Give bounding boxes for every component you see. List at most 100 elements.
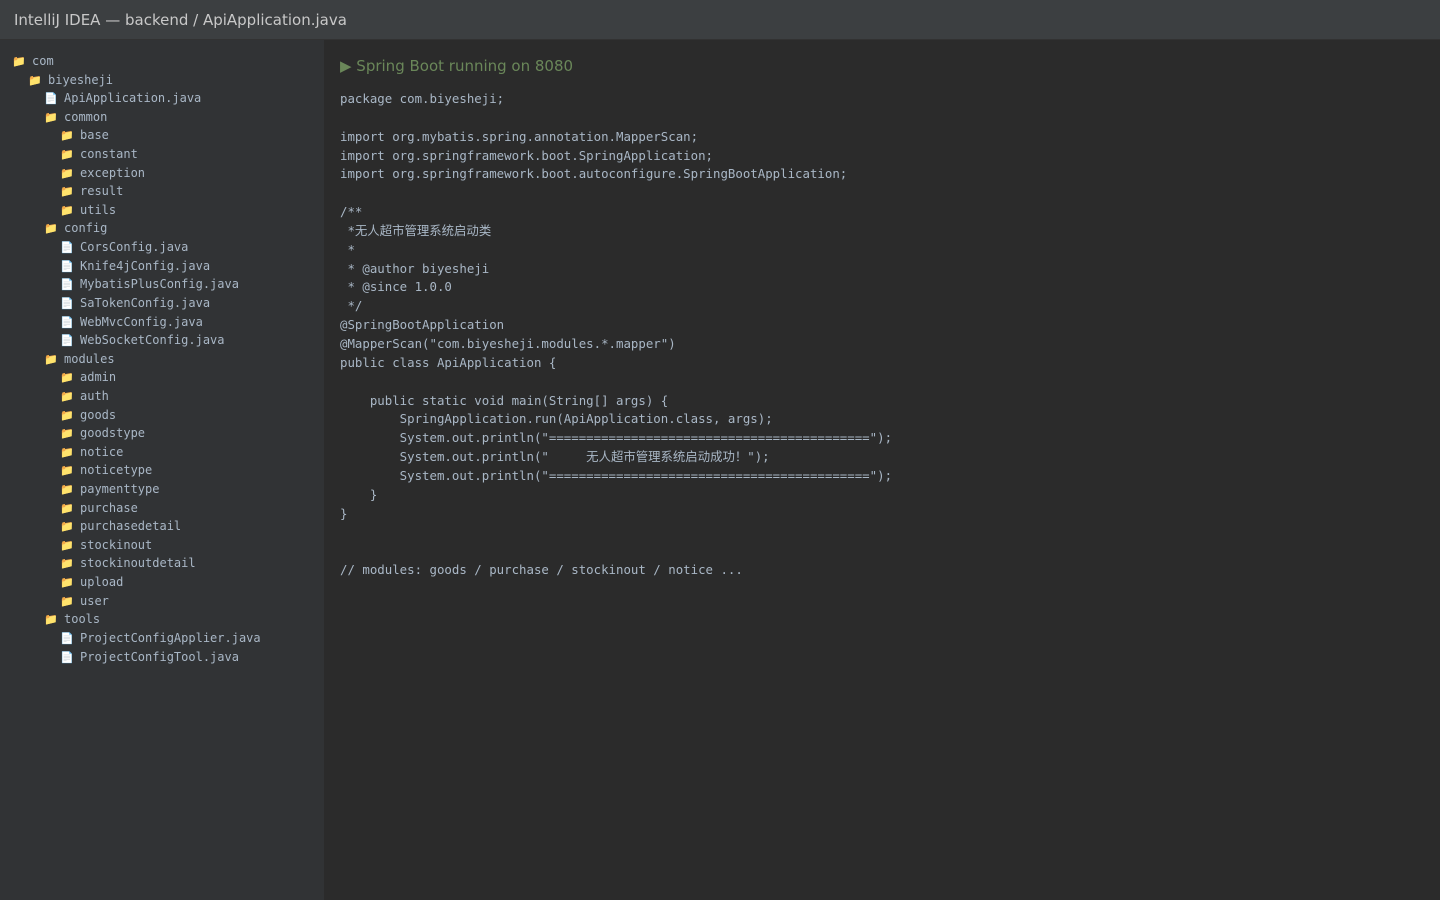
code-line: package com.biyesheji; bbox=[340, 91, 505, 106]
folder-icon: 📁 bbox=[60, 464, 74, 478]
tree-folder[interactable]: 📁 result bbox=[0, 182, 324, 201]
tree-folder[interactable]: 📁 constant bbox=[0, 145, 324, 164]
tree-item-label: auth bbox=[80, 388, 109, 403]
tree-folder[interactable]: 📁 stockinoutdetail bbox=[0, 554, 324, 573]
code-area[interactable]: package com.biyesheji; import org.mybatis… bbox=[340, 90, 892, 580]
tree-item-label: stockinoutdetail bbox=[80, 556, 196, 571]
tree-item-label: constant bbox=[80, 147, 138, 162]
tree-item-label: admin bbox=[80, 370, 117, 385]
folder-icon: 📁 bbox=[60, 538, 74, 552]
tree-folder[interactable]: 📁 goods bbox=[0, 406, 324, 425]
file-icon: 📄 bbox=[60, 259, 74, 273]
tree-folder[interactable]: 📁 purchase bbox=[0, 499, 324, 518]
folder-icon: 📁 bbox=[60, 371, 74, 385]
tree-item-label: upload bbox=[80, 575, 124, 590]
tree-folder[interactable]: 📁 biyesheji bbox=[0, 71, 324, 90]
tree-item-label: Knife4jConfig.java bbox=[80, 258, 211, 273]
code-line: System.out.println(" 无人超市管理系统启动成功！"); bbox=[340, 449, 770, 465]
code-line: import org.springframework.boot.SpringAp… bbox=[340, 147, 713, 163]
file-icon: 📄 bbox=[60, 334, 74, 348]
tree-folder[interactable]: 📁 notice bbox=[0, 443, 324, 462]
folder-icon: 📁 bbox=[60, 594, 74, 608]
tree-file[interactable]: 📄 WebMvcConfig.java bbox=[0, 313, 324, 332]
tree-item-label: base bbox=[80, 128, 109, 143]
code-line: } bbox=[340, 505, 348, 521]
tree-folder[interactable]: 📁 exception bbox=[0, 164, 324, 183]
code-line: SpringApplication.run(ApiApplication.cla… bbox=[340, 411, 773, 427]
tree-file[interactable]: 📄 Knife4jConfig.java bbox=[0, 257, 324, 276]
code-line: System.out.println("====================… bbox=[340, 467, 893, 483]
tree-file[interactable]: 📄 ProjectConfigTool.java bbox=[0, 648, 324, 667]
folder-icon: 📁 bbox=[44, 352, 58, 366]
code-line: import org.springframework.boot.autoconf… bbox=[340, 166, 848, 182]
code-line: // modules: goods / purchase / stockinou… bbox=[340, 562, 743, 578]
tree-folder[interactable]: 📁 paymenttype bbox=[0, 480, 324, 499]
tree-item-label: utils bbox=[80, 202, 117, 217]
folder-icon: 📁 bbox=[28, 73, 42, 87]
tree-item-label: com bbox=[32, 54, 54, 68]
tree-item-label: WebSocketConfig.java bbox=[80, 333, 225, 348]
tree-file[interactable]: 📄 ApiApplication.java bbox=[0, 89, 324, 108]
tree-folder[interactable]: 📁 purchasedetail bbox=[0, 517, 324, 536]
tree-folder[interactable]: 📁 user bbox=[0, 592, 324, 611]
code-editor[interactable]: ▶ Spring Boot running on 8080 package co… bbox=[324, 40, 1440, 900]
code-line: @SpringBootApplication bbox=[340, 317, 505, 333]
tree-folder[interactable]: 📁 common bbox=[0, 108, 324, 127]
tree-item-label: ProjectConfigApplier.java bbox=[80, 630, 261, 645]
folder-icon: 📁 bbox=[60, 148, 74, 162]
tree-folder[interactable]: 📁 tools bbox=[0, 610, 324, 629]
tree-file[interactable]: 📄 ProjectConfigApplier.java bbox=[0, 629, 324, 648]
folder-icon: 📁 bbox=[60, 520, 74, 534]
folder-icon: 📁 bbox=[60, 501, 74, 515]
file-icon: 📄 bbox=[44, 92, 58, 106]
tree-file[interactable]: 📄 MybatisPlusConfig.java bbox=[0, 275, 324, 294]
tree-item-label: tools bbox=[64, 612, 101, 627]
folder-icon: 📁 bbox=[60, 408, 74, 422]
tree-folder[interactable]: 📁 config bbox=[0, 219, 324, 238]
code-line: import org.mybatis.spring.annotation.Map… bbox=[340, 128, 699, 144]
tree-item-label: result bbox=[80, 184, 124, 199]
tree-item-label: purchasedetail bbox=[80, 519, 182, 534]
tree-folder[interactable]: 📁 modules bbox=[0, 350, 324, 369]
folder-icon: 📁 bbox=[60, 557, 74, 571]
tree-item-label: biyesheji bbox=[48, 72, 114, 87]
code-line: *无人超市管理系统启动类 bbox=[340, 222, 492, 238]
tree-folder[interactable]: 📁 noticetype bbox=[0, 461, 324, 480]
tree-folder[interactable]: 📁 admin bbox=[0, 368, 324, 387]
window-title: IntelliJ IDEA — backend / ApiApplication… bbox=[14, 11, 347, 29]
code-line: public class ApiApplication { bbox=[340, 354, 557, 370]
tree-folder[interactable]: 📁 upload bbox=[0, 573, 324, 592]
file-icon: 📄 bbox=[60, 631, 74, 645]
folder-icon: 📁 bbox=[60, 166, 74, 180]
tree-folder[interactable]: 📁 utils bbox=[0, 201, 324, 220]
code-line: */ bbox=[340, 298, 363, 314]
code-line: @MapperScan("com.biyesheji.modules.*.map… bbox=[340, 335, 676, 351]
tree-folder[interactable]: 📁 com bbox=[0, 52, 324, 71]
run-status: ▶ Spring Boot running on 8080 bbox=[340, 57, 574, 75]
tree-item-label: ProjectConfigTool.java bbox=[80, 649, 239, 664]
folder-icon: 📁 bbox=[60, 203, 74, 217]
tree-folder[interactable]: 📁 stockinout bbox=[0, 536, 324, 555]
tree-folder[interactable]: 📁 base bbox=[0, 126, 324, 145]
tree-item-label: config bbox=[64, 221, 108, 236]
tree-item-label: WebMvcConfig.java bbox=[80, 314, 203, 329]
tree-item-label: stockinout bbox=[80, 537, 153, 552]
tree-file[interactable]: 📄 WebSocketConfig.java bbox=[0, 331, 324, 350]
tree-item-label: CorsConfig.java bbox=[80, 240, 189, 255]
tree-item-label: goodstype bbox=[80, 426, 146, 441]
tree-folder[interactable]: 📁 goodstype bbox=[0, 424, 324, 443]
code-line: * @since 1.0.0 bbox=[340, 279, 452, 295]
tree-item-label: user bbox=[80, 593, 109, 608]
tree-item-label: ApiApplication.java bbox=[64, 91, 202, 106]
file-icon: 📄 bbox=[60, 315, 74, 329]
tree-folder[interactable]: 📁 auth bbox=[0, 387, 324, 406]
folder-icon: 📁 bbox=[44, 613, 58, 627]
folder-icon: 📁 bbox=[60, 445, 74, 459]
code-line: * bbox=[340, 241, 355, 257]
tree-file[interactable]: 📄 CorsConfig.java bbox=[0, 238, 324, 257]
code-line: } bbox=[340, 486, 378, 502]
tree-file[interactable]: 📄 SaTokenConfig.java bbox=[0, 294, 324, 313]
